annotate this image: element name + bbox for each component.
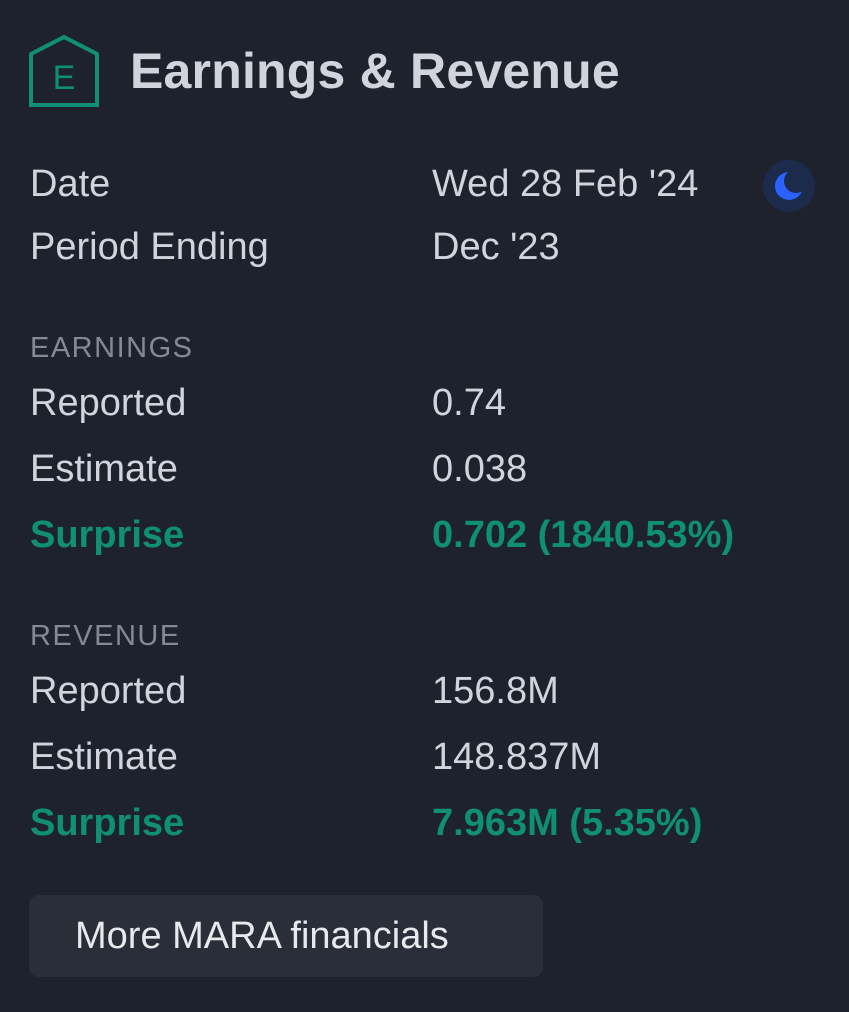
earnings-house-icon: E: [28, 34, 100, 108]
revenue-reported-row: Reported 156.8M: [30, 670, 829, 720]
earnings-reported-label: Reported: [30, 382, 187, 424]
revenue-surprise-label: Surprise: [30, 802, 185, 844]
earnings-reported-row: Reported 0.74: [30, 382, 829, 432]
more-financials-button[interactable]: More MARA financials: [29, 895, 543, 977]
revenue-section-title: REVENUE: [30, 620, 181, 652]
page-title: Earnings & Revenue: [130, 43, 620, 99]
period-row: Period Ending Dec '23: [30, 226, 829, 276]
revenue-reported-value: 156.8M: [432, 670, 559, 712]
date-row: Date Wed 28 Feb '24: [30, 163, 829, 213]
earnings-surprise-value: 0.702 (1840.53%): [432, 514, 735, 556]
revenue-estimate-row: Estimate 148.837M: [30, 736, 829, 786]
moon-icon: [763, 160, 815, 212]
earnings-estimate-value: 0.038: [432, 448, 528, 490]
revenue-estimate-label: Estimate: [30, 736, 178, 778]
period-label: Period Ending: [30, 226, 269, 268]
logo-letter: E: [53, 59, 76, 97]
revenue-surprise-row: Surprise 7.963M (5.35%): [30, 802, 829, 852]
widget-header: E Earnings & Revenue: [28, 34, 620, 108]
period-value: Dec '23: [432, 226, 560, 268]
earnings-section-title: EARNINGS: [30, 332, 194, 364]
date-label: Date: [30, 163, 111, 205]
revenue-estimate-value: 148.837M: [432, 736, 602, 778]
earnings-surprise-label: Surprise: [30, 514, 185, 556]
earnings-estimate-label: Estimate: [30, 448, 178, 490]
date-value: Wed 28 Feb '24: [432, 163, 699, 205]
earnings-surprise-row: Surprise 0.702 (1840.53%): [30, 514, 829, 564]
revenue-reported-label: Reported: [30, 670, 187, 712]
earnings-estimate-row: Estimate 0.038: [30, 448, 829, 498]
earnings-reported-value: 0.74: [432, 382, 506, 424]
revenue-surprise-value: 7.963M (5.35%): [432, 802, 703, 844]
